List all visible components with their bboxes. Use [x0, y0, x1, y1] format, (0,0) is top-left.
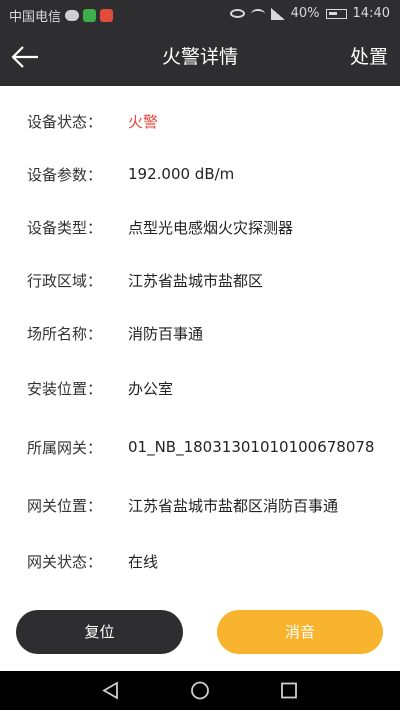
- detail-label: 网关状态：: [27, 552, 103, 571]
- home-circle-icon: [191, 681, 209, 700]
- wifi-icon: [250, 8, 265, 19]
- handle-button[interactable]: 处置: [350, 29, 388, 86]
- detail-value: 消防百事通: [128, 324, 204, 343]
- detail-value-status: 火警: [128, 112, 159, 131]
- detail-value: 在线: [128, 552, 159, 571]
- detail-label: 网关位置：: [27, 496, 103, 515]
- detail-row-device-params: 设备参数： 192.000 dB/m: [0, 159, 400, 189]
- detail-label: 设备参数：: [27, 165, 103, 184]
- back-triangle-icon: [102, 681, 118, 700]
- eye-icon: [229, 9, 245, 18]
- page-title: 火警详情: [161, 46, 238, 68]
- detail-row-device-type: 设备类型： 点型光电感烟火灾探测器: [0, 212, 400, 242]
- detail-value: 点型光电感烟火灾探测器: [128, 218, 294, 237]
- system-nav-bar: [0, 671, 400, 710]
- detail-row-install-location: 安装位置： 办公室: [0, 373, 400, 403]
- nav-recent-button[interactable]: [269, 671, 309, 710]
- detail-value: 江苏省盐城市盐都区消防百事通: [128, 496, 339, 515]
- carrier-name: 中国电信: [9, 10, 62, 25]
- signal-icon: [270, 7, 285, 20]
- back-button[interactable]: [8, 41, 44, 73]
- clock: 14:40: [352, 6, 390, 21]
- detail-label: 行政区域：: [27, 271, 103, 290]
- battery-percent: 40%: [290, 6, 320, 21]
- detail-label: 设备类型：: [27, 218, 103, 237]
- detail-value: 192.000 dB/m: [128, 165, 235, 183]
- detail-row-gateway-status: 网关状态： 在线: [0, 546, 400, 576]
- app-green-icon: [83, 9, 97, 22]
- detail-row-gateway: 所属网关： 01_NB_18031301010100678078: [0, 432, 400, 462]
- detail-label: 安装位置：: [27, 379, 103, 398]
- detail-row-gateway-location: 网关位置： 江苏省盐城市盐都区消防百事通: [0, 490, 400, 520]
- status-bar: 中国电信 40% 14:40: [0, 0, 400, 29]
- detail-label: 场所名称：: [27, 324, 103, 343]
- detail-label: 设备状态：: [27, 112, 103, 131]
- app-red-icon: [100, 9, 114, 22]
- reset-button[interactable]: 复位: [16, 610, 183, 654]
- detail-label: 所属网关：: [27, 438, 103, 457]
- recent-square-icon: [281, 682, 297, 699]
- mute-button[interactable]: 消音: [217, 610, 383, 654]
- detail-row-site-name: 场所名称： 消防百事通: [0, 318, 400, 348]
- detail-value: 江苏省盐城市盐都区: [128, 271, 264, 290]
- status-bar-left: 中国电信: [9, 6, 114, 25]
- detail-value: 01_NB_18031301010100678078: [128, 438, 375, 456]
- status-bar-right: 40% 14:40: [229, 6, 390, 21]
- arrow-left-icon: [11, 46, 38, 68]
- chat-bubble-icon: [65, 10, 80, 21]
- nav-home-button[interactable]: [180, 671, 220, 710]
- detail-row-device-status: 设备状态： 火警: [0, 106, 400, 136]
- nav-back-button[interactable]: [91, 671, 131, 710]
- detail-value: 办公室: [128, 379, 174, 398]
- battery-icon: [325, 8, 347, 19]
- app-bar: 火警详情 处置: [0, 29, 400, 86]
- detail-row-region: 行政区域： 江苏省盐城市盐都区: [0, 265, 400, 295]
